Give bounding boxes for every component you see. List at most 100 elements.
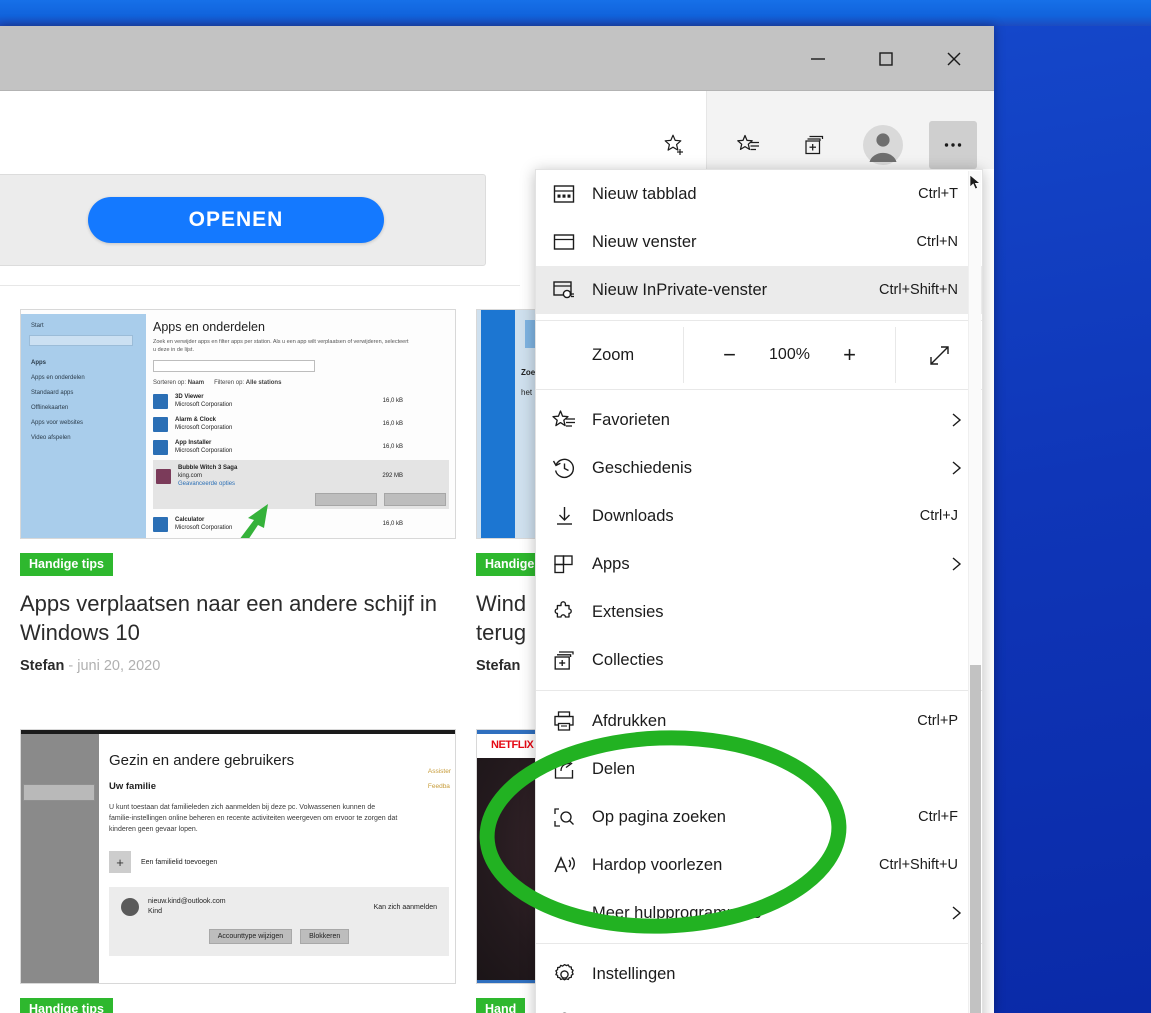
fs-heading: Gezin en andere gebruikers (109, 752, 295, 769)
category-badge[interactable]: Handige tips (20, 998, 114, 1013)
new-window-icon (552, 230, 592, 254)
menu-item-share[interactable]: Delen (536, 745, 982, 793)
fs-main-pane: Gezin en andere gebruikers Uw familie U … (109, 752, 449, 983)
screen: OPENEN Start Apps Apps en onderdelen Sta… (0, 0, 1151, 1013)
menu-item-label: Nieuw InPrivate-venster (592, 280, 768, 299)
fs-account-email: nieuw.kind@outlook.com (148, 898, 226, 905)
zoom-in-button[interactable]: + (829, 334, 871, 376)
history-icon (552, 456, 592, 481)
menu-scrollbar-thumb[interactable] (970, 665, 981, 1013)
article-date: juni 20, 2020 (77, 658, 161, 674)
maximize-icon (879, 51, 893, 66)
maximize-button[interactable] (852, 28, 920, 90)
change-account-type-button[interactable]: Accounttype wijzigen (208, 929, 293, 944)
menu-item-shortcut: Ctrl+T (918, 186, 958, 202)
app-icon (153, 439, 168, 455)
favorites-button[interactable] (725, 121, 773, 169)
minimize-button[interactable] (784, 28, 852, 90)
app-list-item[interactable]: 3D Viewer Microsoft Corporation 16,0 kB (153, 393, 449, 409)
category-badge[interactable]: Hand (476, 998, 526, 1013)
settings-and-more-button[interactable] (929, 121, 977, 169)
sidebar-item-video-playback: Video afspelen (31, 435, 71, 441)
fs-sidebar (21, 734, 99, 983)
fs-sidebar-search[interactable] (23, 784, 95, 801)
menu-item-find-on-page[interactable]: Op pagina zoeken Ctrl+F (536, 793, 982, 841)
sort-value[interactable]: Naam (188, 380, 204, 386)
menu-item-label: Favorieten (592, 410, 670, 429)
chevron-right-icon (942, 460, 964, 476)
menu-separator (536, 943, 982, 944)
menu-item-settings[interactable]: Instellingen (536, 950, 982, 998)
menu-item-apps[interactable]: Apps (536, 540, 982, 588)
fs-link-assist[interactable]: Assister (428, 764, 451, 779)
app-list-item[interactable]: App Installer Microsoft Corporation 16,0… (153, 439, 449, 455)
chevron-right-icon (942, 412, 964, 428)
menu-item-history[interactable]: Geschiedenis (536, 444, 982, 492)
mouse-cursor-icon (969, 174, 981, 190)
article-card[interactable]: Gezin en andere gebruikers Uw familie U … (20, 729, 456, 1013)
advanced-options-link[interactable]: Geavanceerde opties (178, 481, 235, 487)
filter-label: Filteren op: (214, 380, 245, 386)
move-app-button[interactable] (315, 493, 377, 506)
article-title[interactable]: Apps verplaatsen naar een andere schijf … (20, 589, 456, 647)
app-publisher: Microsoft Corporation (175, 448, 233, 454)
menu-item-label: Op pagina zoeken (592, 807, 726, 826)
menu-separator (536, 690, 982, 691)
fs-add-member-row[interactable]: + Een familielid toevoegen (109, 851, 449, 873)
toolbar-left-area (0, 91, 706, 169)
sidebar-search-input[interactable] (29, 335, 133, 346)
article-title-line1: Wind (476, 591, 527, 616)
category-badge[interactable]: Handige tips (20, 553, 114, 576)
openen-button[interactable]: OPENEN (88, 197, 384, 243)
selected-app-buttons (156, 493, 446, 506)
app-icon (153, 516, 168, 532)
menu-item-extensions[interactable]: Extensies (536, 588, 982, 636)
minimize-icon (811, 57, 825, 60)
zoom-out-button[interactable]: − (709, 334, 751, 376)
fs-side-links: Assister Feedba (428, 764, 451, 794)
menu-scrollbar[interactable] (968, 171, 981, 1013)
menu-item-favorites[interactable]: Favorieten (536, 396, 982, 444)
app-icon (153, 393, 168, 409)
app-list-item[interactable]: Alarm & Clock Microsoft Corporation 16,0… (153, 416, 449, 432)
menu-item-more-tools[interactable]: Meer hulpprogramma's (536, 889, 982, 937)
chevron-right-icon (942, 556, 964, 572)
browser-window: OPENEN Start Apps Apps en onderdelen Sta… (0, 26, 994, 1013)
window-controls (784, 26, 988, 91)
title-bar (0, 26, 994, 91)
block-button[interactable]: Blokkeren (300, 929, 350, 944)
article-author[interactable]: Stefan (20, 658, 64, 674)
article-card[interactable]: Start Apps Apps en onderdelen Standaard … (20, 309, 456, 674)
app-size: 16,0 kB (382, 521, 403, 527)
fs-link-feedback[interactable]: Feedba (428, 779, 451, 794)
app-size: 292 MB (382, 473, 403, 479)
article-author[interactable]: Stefan (476, 658, 520, 674)
filter-value[interactable]: Alle stations (246, 380, 282, 386)
settings-heading: Apps en onderdelen (153, 320, 265, 334)
article-thumbnail[interactable]: Start Apps Apps en onderdelen Standaard … (20, 309, 456, 539)
menu-item-new-inprivate-window[interactable]: Nieuw InPrivate-venster Ctrl+Shift+N (536, 266, 982, 314)
settings-search-input[interactable] (153, 360, 315, 372)
promo-card: OPENEN (0, 174, 486, 266)
app-list-item-selected[interactable]: Bubble Witch 3 Saga king.com Geavanceerd… (153, 460, 449, 509)
menu-item-downloads[interactable]: Downloads Ctrl+J (536, 492, 982, 540)
app-name: Alarm & Clock (175, 417, 217, 423)
app-list-item[interactable]: Calculator Microsoft Corporation 16,0 kB (153, 516, 449, 532)
close-button[interactable] (920, 28, 988, 90)
selected-app-row: Bubble Witch 3 Saga king.com Geavanceerd… (156, 464, 446, 488)
menu-item-help-and-feedback[interactable]: Help en feedback (536, 998, 982, 1013)
menu-item-label: Extensies (592, 602, 664, 621)
windows-apps-settings-screenshot: Start Apps Apps en onderdelen Standaard … (21, 310, 455, 538)
article-thumbnail[interactable]: Gezin en andere gebruikers Uw familie U … (20, 729, 456, 984)
fs-account-buttons: Accounttype wijzigen Blokkeren (121, 929, 437, 944)
menu-item-new-tab[interactable]: Nieuw tabblad Ctrl+T (536, 170, 982, 218)
collections-button[interactable] (791, 121, 839, 169)
menu-item-new-window[interactable]: Nieuw venster Ctrl+N (536, 218, 982, 266)
uninstall-app-button[interactable] (384, 493, 446, 506)
menu-item-collections[interactable]: Collecties (536, 636, 982, 684)
profile-button[interactable] (859, 121, 907, 169)
menu-item-print[interactable]: Afdrukken Ctrl+P (536, 697, 982, 745)
app-size: 16,0 kB (382, 398, 403, 404)
add-favorite-button[interactable] (651, 121, 699, 169)
menu-item-read-aloud[interactable]: Hardop voorlezen Ctrl+Shift+U (536, 841, 982, 889)
